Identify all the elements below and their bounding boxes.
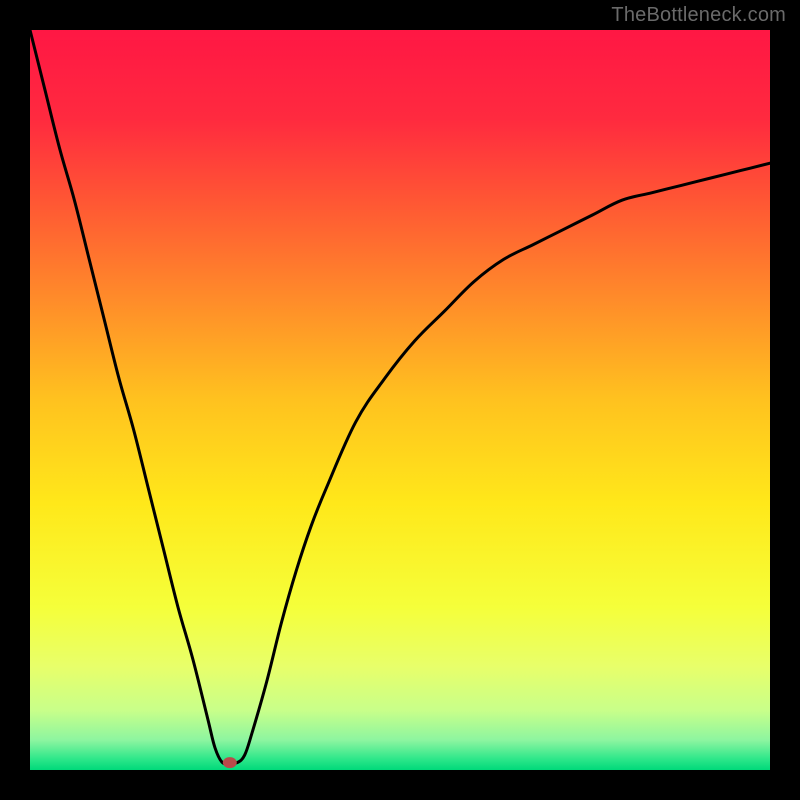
optimal-point-marker	[223, 757, 237, 768]
bottleneck-chart	[30, 30, 770, 770]
plot-area	[30, 30, 770, 770]
chart-background	[30, 30, 770, 770]
attribution-label: TheBottleneck.com	[611, 4, 786, 27]
chart-frame: TheBottleneck.com	[0, 0, 800, 800]
